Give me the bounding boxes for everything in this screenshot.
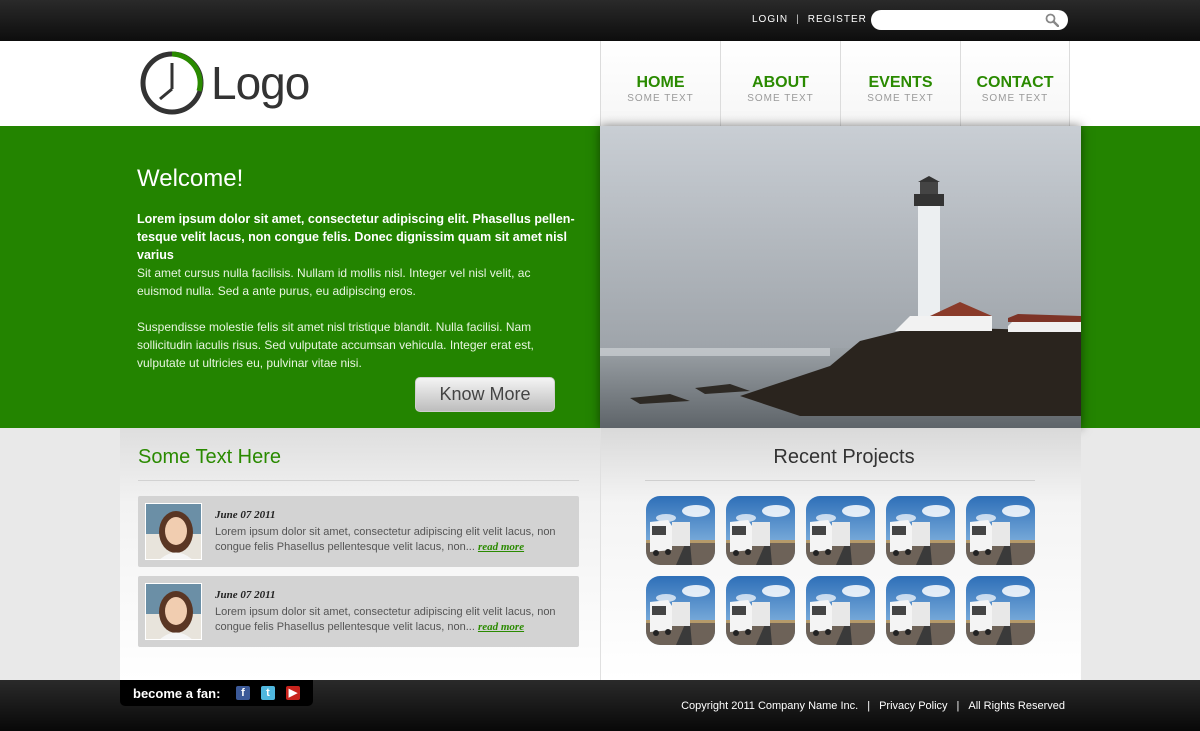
project-thumbnail[interactable]	[886, 576, 955, 645]
main-nav: HOME SOME TEXT ABOUT SOME TEXT EVENTS SO…	[600, 41, 1070, 126]
news-date: June 07 2011	[215, 509, 276, 521]
footer-separator: |	[867, 700, 871, 712]
search-icon[interactable]	[1045, 13, 1059, 27]
nav-item-about[interactable]: ABOUT SOME TEXT	[720, 41, 840, 126]
project-thumbnail[interactable]	[646, 576, 715, 645]
avatar	[145, 503, 202, 560]
twitter-icon[interactable]: t	[261, 686, 275, 700]
nav-subtitle: SOME TEXT	[981, 93, 1049, 104]
nav-title: ABOUT	[752, 74, 809, 91]
clock-logo-icon[interactable]	[140, 51, 204, 115]
nav-subtitle: SOME TEXT	[627, 93, 694, 104]
hero-title: Welcome!	[137, 165, 244, 192]
nav-title: HOME	[636, 74, 685, 91]
lighthouse-photo	[600, 126, 1081, 428]
facebook-icon[interactable]: f	[236, 686, 250, 700]
top-links: LOGIN | REGISTER	[752, 14, 867, 25]
news-section-title: Some Text Here	[138, 446, 282, 468]
divider	[645, 480, 1035, 481]
top-separator: |	[796, 14, 800, 25]
nav-item-home[interactable]: HOME SOME TEXT	[600, 41, 720, 126]
youtube-icon[interactable]: ▶	[286, 686, 300, 700]
know-more-button[interactable]: Know More	[415, 377, 555, 412]
news-text: Lorem ipsum dolor sit amet, consectetur …	[215, 605, 565, 635]
news-text: Lorem ipsum dolor sit amet, consectetur …	[215, 525, 565, 555]
hero-paragraph: Suspendisse molestie felis sit amet nisl…	[137, 320, 534, 370]
logo-text[interactable]: Logo	[211, 56, 310, 110]
fan-box: become a fan: f t ▶	[120, 680, 313, 706]
search-input[interactable]	[881, 13, 1041, 27]
nav-subtitle: SOME TEXT	[747, 93, 814, 104]
news-item: June 07 2011 Lorem ipsum dolor sit amet,…	[138, 576, 579, 647]
divider	[138, 480, 579, 481]
rights-text: All Rights Reserved	[968, 700, 1065, 712]
project-thumbnail[interactable]	[806, 576, 875, 645]
projects-section-title: Recent Projects	[773, 446, 915, 468]
footer-separator: |	[956, 700, 960, 712]
copyright-bar: Copyright 2011 Company Name Inc. | Privacy…	[681, 700, 1065, 712]
search-box	[871, 10, 1068, 30]
register-link[interactable]: REGISTER	[808, 14, 867, 25]
nav-item-contact[interactable]: CONTACT SOME TEXT	[960, 41, 1070, 126]
read-more-link[interactable]: read more	[478, 541, 524, 553]
privacy-policy-link[interactable]: Privacy Policy	[879, 700, 947, 712]
nav-item-events[interactable]: EVENTS SOME TEXT	[840, 41, 960, 126]
project-thumbnail[interactable]	[886, 496, 955, 565]
avatar	[145, 583, 202, 640]
project-thumbnail[interactable]	[806, 496, 875, 565]
news-date: June 07 2011	[215, 589, 276, 601]
nav-title: EVENTS	[868, 74, 933, 91]
hero-paragraph: Sit amet cursus nulla facilisis. Nullam …	[137, 266, 531, 298]
project-thumbnail[interactable]	[646, 496, 715, 565]
project-thumbnail[interactable]	[726, 576, 795, 645]
news-item: June 07 2011 Lorem ipsum dolor sit amet,…	[138, 496, 579, 567]
nav-subtitle: SOME TEXT	[867, 93, 934, 104]
nav-title: CONTACT	[976, 74, 1054, 91]
project-thumbnail[interactable]	[966, 576, 1035, 645]
project-thumbnail[interactable]	[726, 496, 795, 565]
copyright-text: Copyright 2011 Company Name Inc.	[681, 700, 859, 712]
read-more-link[interactable]: read more	[478, 621, 524, 633]
hero-lead-text: Lorem ipsum dolor sit amet, consectetur …	[137, 212, 575, 262]
login-link[interactable]: LOGIN	[752, 14, 788, 25]
fan-label: become a fan:	[133, 686, 221, 701]
project-thumbnail[interactable]	[966, 496, 1035, 565]
